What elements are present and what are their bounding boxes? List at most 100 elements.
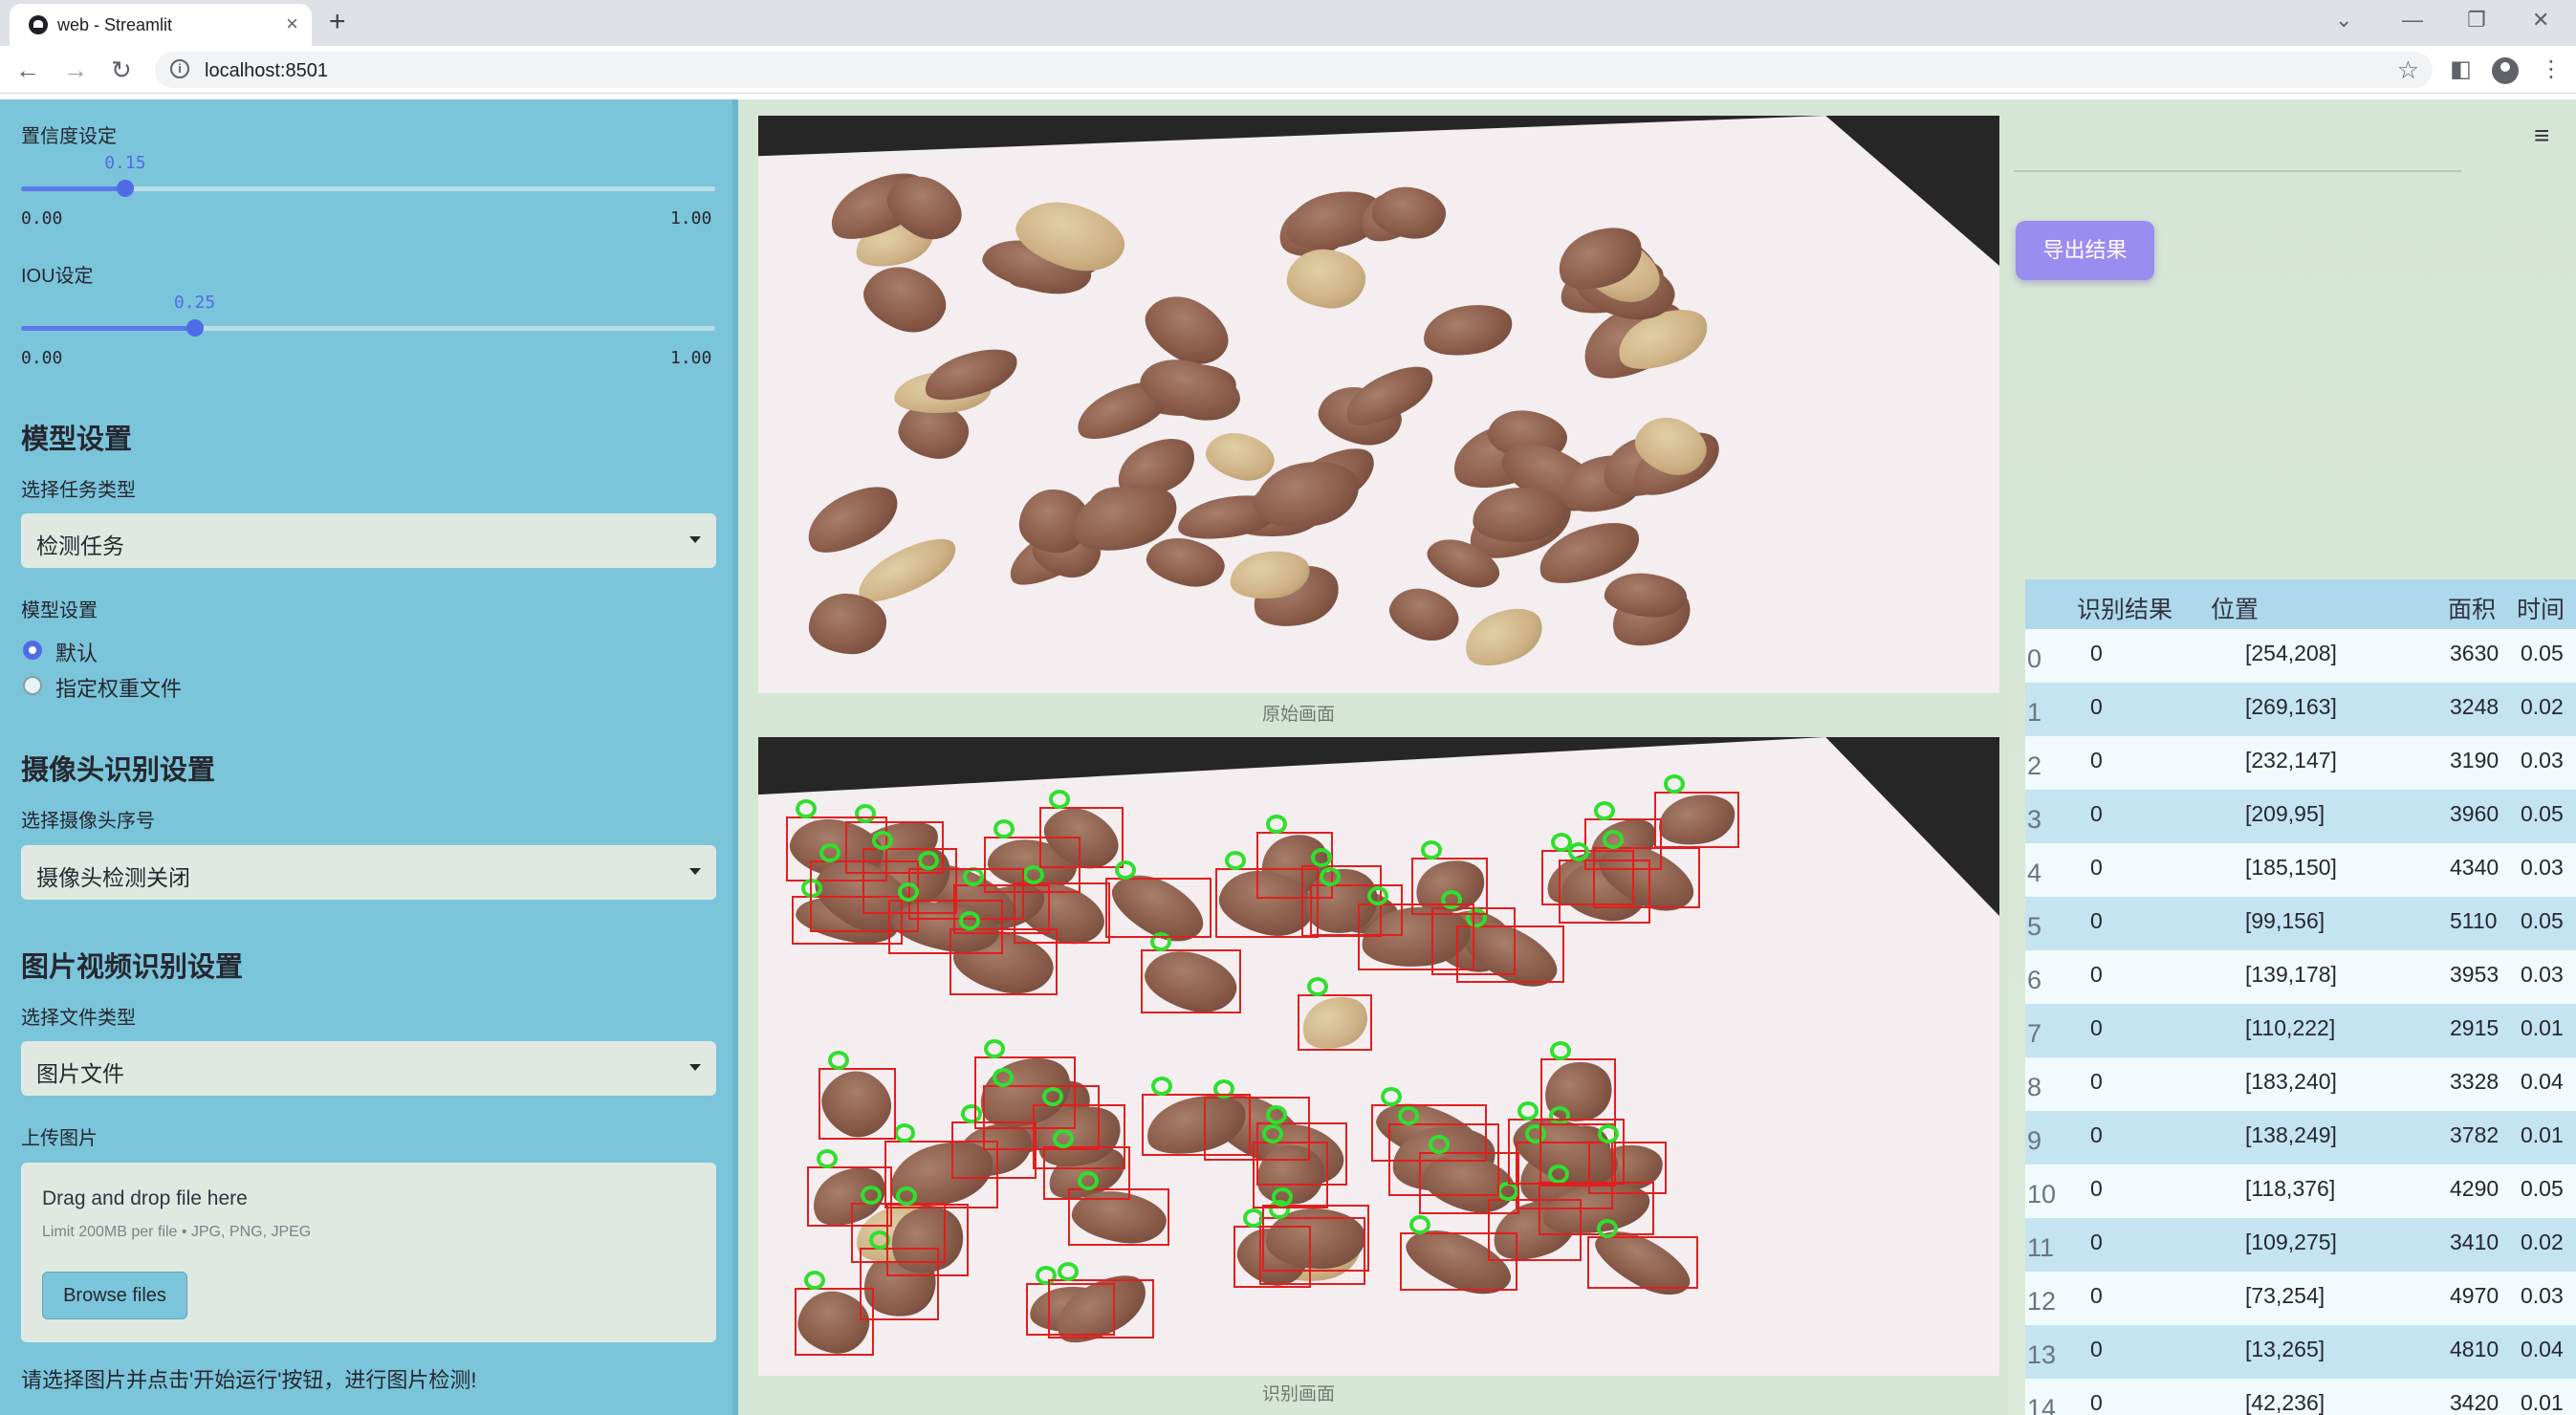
table-row[interactable]: 0 0 [254,208] 3630 0.05 xyxy=(2025,629,2576,683)
confidence-slider-fill xyxy=(21,186,125,191)
class-label-marker xyxy=(1663,774,1685,795)
row-index: 7 xyxy=(2027,1019,2042,1048)
model-heading: 模型设置 xyxy=(21,424,133,455)
confidence-value: 0.15 xyxy=(104,153,146,173)
camera-select[interactable]: 摄像头检测关闭 xyxy=(21,845,716,900)
header-area[interactable]: 面积 xyxy=(2448,591,2496,625)
task-type-label: 选择任务类型 xyxy=(21,480,136,501)
cell-area: 4290 xyxy=(2450,1176,2500,1201)
cell-time: 0.05 xyxy=(2521,1176,2564,1201)
cell-time: 0.01 xyxy=(2521,1122,2564,1147)
class-label-marker xyxy=(1549,1041,1571,1061)
window-close-icon[interactable]: ✕ xyxy=(2532,8,2549,33)
browser-tab[interactable]: web - Streamlit × xyxy=(10,4,312,46)
cell-area: 3410 xyxy=(2450,1230,2500,1254)
table-row[interactable]: 7 0 [110,222] 2915 0.01 xyxy=(2025,1004,2576,1057)
class-label-marker xyxy=(1242,1208,1264,1228)
task-type-select[interactable]: 检测任务 xyxy=(21,513,716,568)
cell-area: 3248 xyxy=(2450,694,2500,719)
table-row[interactable]: 11 0 [109,275] 3410 0.02 xyxy=(2025,1218,2576,1272)
plus-icon[interactable]: + xyxy=(329,6,346,38)
cell-result: 0 xyxy=(2090,962,2103,987)
dropzone-limit: Limit 200MB per file • JPG, PNG, JPEG xyxy=(42,1224,312,1240)
file-uploader-dropzone[interactable]: Drag and drop file here Limit 200MB per … xyxy=(21,1163,716,1342)
restore-icon[interactable]: ❐ xyxy=(2467,8,2486,33)
cell-result: 0 xyxy=(2090,1283,2103,1308)
cell-position: [13,265] xyxy=(2245,1337,2325,1361)
iou-slider-thumb[interactable] xyxy=(186,319,204,337)
bounding-box xyxy=(1592,846,1700,908)
bounding-box xyxy=(1539,1058,1616,1126)
table-row[interactable]: 2 0 [232,147] 3190 0.03 xyxy=(2025,736,2576,790)
table-row[interactable]: 12 0 [73,254] 4970 0.03 xyxy=(2025,1272,2576,1325)
table-row[interactable]: 4 0 [185,150] 4340 0.03 xyxy=(2025,843,2576,897)
class-label-marker xyxy=(1261,1123,1283,1143)
minimize-icon[interactable]: — xyxy=(2402,8,2423,33)
table-row[interactable]: 6 0 [139,178] 3953 0.03 xyxy=(2025,950,2576,1004)
table-row[interactable]: 9 0 [138,249] 3782 0.01 xyxy=(2025,1111,2576,1165)
profile-icon[interactable] xyxy=(2492,57,2519,84)
export-results-button[interactable]: 导出结果 xyxy=(2016,221,2154,280)
side-panel-icon[interactable]: ◧ xyxy=(2450,55,2472,83)
streamlit-favicon-icon xyxy=(29,15,48,34)
menu-dots-icon[interactable]: ⋮ xyxy=(2540,55,2563,83)
forward-icon[interactable]: → xyxy=(63,55,88,85)
radio-unchecked-icon[interactable] xyxy=(23,676,42,695)
paper-background xyxy=(758,737,1999,1376)
bounding-box xyxy=(1032,1103,1125,1169)
table-row[interactable]: 3 0 [209,95] 3960 0.05 xyxy=(2025,790,2576,843)
dropzone-title: Drag and drop file here xyxy=(42,1187,248,1209)
close-icon[interactable]: × xyxy=(286,11,298,36)
browse-files-button[interactable]: Browse files xyxy=(42,1272,187,1319)
cell-time: 0.03 xyxy=(2521,855,2564,880)
table-row[interactable]: 1 0 [269,163] 3248 0.02 xyxy=(2025,683,2576,736)
hamburger-icon[interactable]: ≡ xyxy=(2534,120,2549,151)
header-time[interactable]: 时间 xyxy=(2517,591,2565,625)
cell-result: 0 xyxy=(2090,748,2103,773)
table-row[interactable]: 14 0 [42,236] 3420 0.01 xyxy=(2025,1379,2576,1415)
table-row[interactable]: 10 0 [118,376] 4290 0.05 xyxy=(2025,1165,2576,1218)
confidence-max: 1.00 xyxy=(670,208,712,229)
cell-position: [209,95] xyxy=(2245,801,2325,826)
table-row[interactable]: 5 0 [99,156] 5110 0.05 xyxy=(2025,897,2576,950)
cell-area: 4340 xyxy=(2450,855,2500,880)
confidence-slider-thumb[interactable] xyxy=(116,180,134,197)
class-label-marker xyxy=(1224,850,1246,870)
header-result[interactable]: 识别结果 xyxy=(2077,591,2172,625)
chevron-down-icon[interactable]: ⌄ xyxy=(2335,8,2352,33)
bounding-box xyxy=(1261,1204,1369,1273)
class-label-marker xyxy=(1307,976,1329,996)
cell-position: [232,147] xyxy=(2245,748,2337,773)
iou-slider[interactable] xyxy=(21,319,715,337)
bounding-box xyxy=(1418,1151,1520,1214)
media-heading: 图片视频识别设置 xyxy=(21,952,244,983)
class-label-marker xyxy=(804,1270,826,1290)
table-header: 识别结果 位置 面积 时间 xyxy=(2025,579,2576,629)
cell-area: 3630 xyxy=(2450,641,2500,665)
cell-area: 3328 xyxy=(2450,1069,2500,1094)
cell-position: [109,275] xyxy=(2245,1230,2337,1254)
confidence-slider[interactable] xyxy=(21,180,715,197)
table-row[interactable]: 8 0 [183,240] 3328 0.04 xyxy=(2025,1057,2576,1111)
results-table[interactable]: 识别结果 位置 面积 时间 0 0 [254,208] 3630 0.05 1 0 [269,… xyxy=(2025,579,2576,1415)
file-type-select[interactable]: 图片文件 xyxy=(21,1041,716,1096)
class-label-marker xyxy=(983,1038,1005,1058)
info-icon[interactable]: i xyxy=(170,59,189,78)
table-row[interactable]: 13 0 [13,265] 4810 0.04 xyxy=(2025,1325,2576,1379)
class-label-marker xyxy=(1568,841,1590,861)
header-position[interactable]: 位置 xyxy=(2211,591,2259,625)
bounding-box xyxy=(1039,806,1124,869)
cell-result: 0 xyxy=(2090,1015,2103,1040)
row-index: 13 xyxy=(2027,1340,2057,1369)
cell-result: 0 xyxy=(2090,1230,2103,1254)
back-icon[interactable]: ← xyxy=(15,55,40,85)
detection-image xyxy=(758,737,1999,1376)
cell-time: 0.04 xyxy=(2521,1069,2564,1094)
star-icon[interactable]: ☆ xyxy=(2397,55,2419,85)
reload-icon[interactable]: ↻ xyxy=(111,55,132,85)
camera-label: 选择摄像头序号 xyxy=(21,811,155,832)
row-index: 14 xyxy=(2027,1394,2057,1415)
radio-checked-icon[interactable] xyxy=(23,641,42,660)
cell-position: [73,254] xyxy=(2245,1283,2325,1308)
address-bar[interactable]: i localhost:8501 ☆ xyxy=(155,52,2433,88)
